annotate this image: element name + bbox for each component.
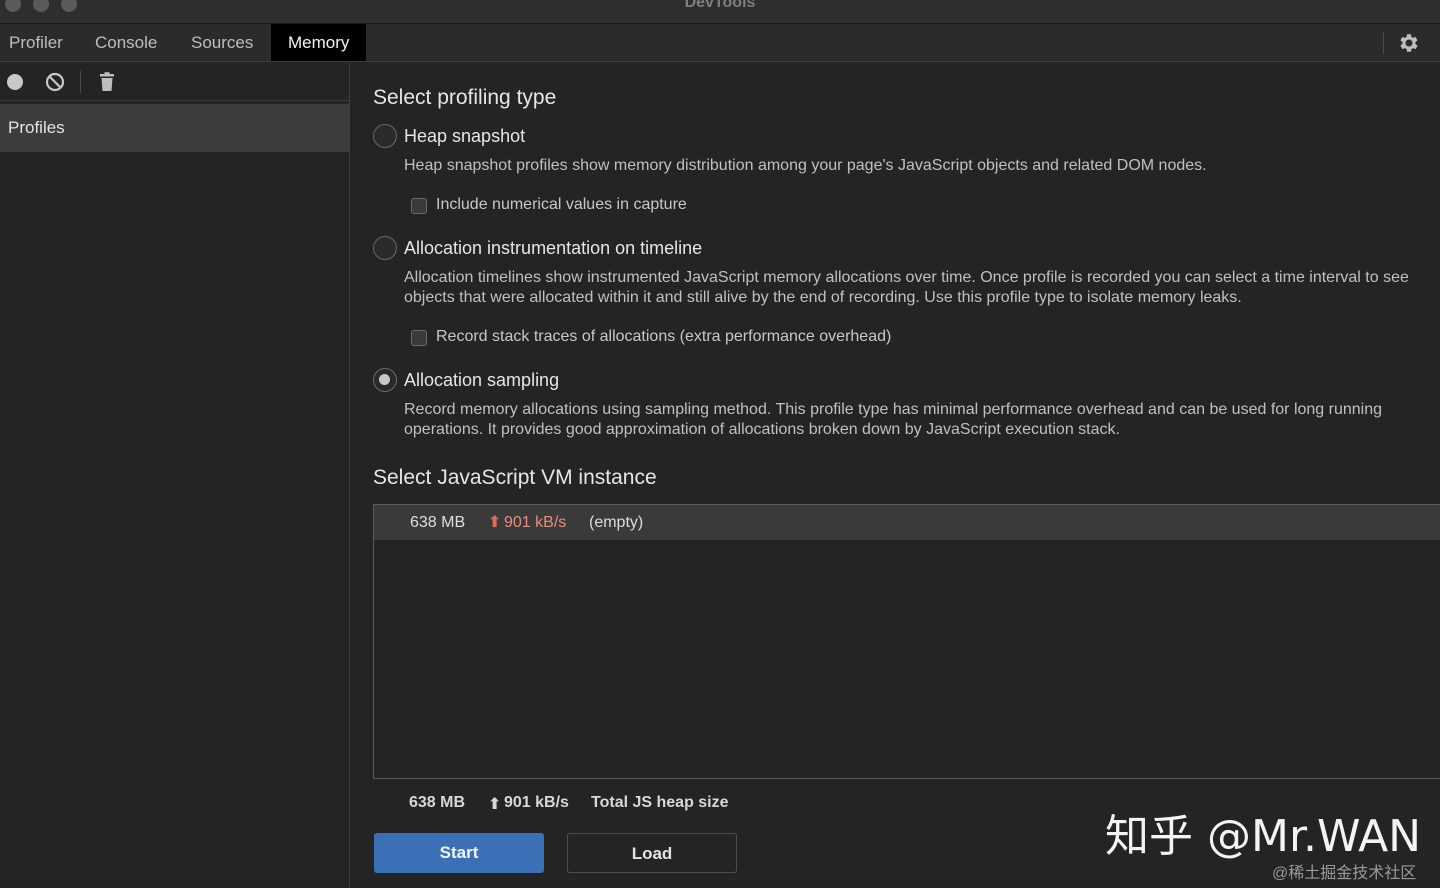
profiling-type-title: Select profiling type xyxy=(373,86,557,109)
heap-snapshot-radio[interactable] xyxy=(373,124,397,148)
record-stack-traces-checkbox[interactable] xyxy=(411,330,427,346)
arrow-up-icon: ⬆ xyxy=(488,796,502,813)
gear-icon[interactable] xyxy=(1397,31,1421,55)
panel-tab-bar: Profiler Console Sources Memory xyxy=(0,24,1440,62)
clear-icon[interactable] xyxy=(44,71,66,93)
watermark-subtext: @稀土掘金技术社区 xyxy=(1272,865,1417,882)
memory-panel: Select profiling type Heap snapshot Heap… xyxy=(351,63,1440,888)
watermark-text: 知乎 @Mr.WAN xyxy=(1105,811,1422,862)
total-heap-label: Total JS heap size xyxy=(591,794,729,811)
record-icon[interactable] xyxy=(4,71,26,93)
title-bar: DevTools xyxy=(0,0,1440,24)
allocation-timeline-description: Allocation timelines show instrumented J… xyxy=(404,269,1409,306)
start-button[interactable]: Start xyxy=(374,833,544,873)
vm-heap-size: 638 MB xyxy=(410,514,466,531)
include-numerical-values-checkbox[interactable] xyxy=(411,198,427,214)
profiles-sidebar: Profiles xyxy=(0,63,350,888)
tab-sources[interactable]: Sources xyxy=(183,24,261,61)
include-numerical-values-label[interactable]: Include numerical values in capture xyxy=(436,196,687,214)
tab-console[interactable]: Console xyxy=(87,24,165,61)
window-title: DevTools xyxy=(684,0,756,11)
record-stack-traces-label[interactable]: Record stack traces of allocations (extr… xyxy=(436,328,891,346)
tab-memory[interactable]: Memory xyxy=(271,24,367,61)
sidebar-toolbar xyxy=(0,63,350,101)
arrow-up-icon: ⬆ xyxy=(488,514,502,531)
allocation-timeline-radio[interactable] xyxy=(373,236,397,260)
tab-bar-divider xyxy=(1383,32,1384,54)
vm-instance-row[interactable]: 638 MB ⬆ 901 kB/s (empty) xyxy=(374,505,1440,540)
heap-snapshot-description: Heap snapshot profiles show memory distr… xyxy=(404,157,1207,174)
trash-icon[interactable] xyxy=(96,71,118,93)
load-button[interactable]: Load xyxy=(567,833,737,873)
total-heap-size: 638 MB xyxy=(409,794,466,811)
vm-instance-title: Select JavaScript VM instance xyxy=(373,466,657,489)
total-allocation-rate: 901 kB/s xyxy=(504,794,569,811)
tab-profiler[interactable]: Profiler xyxy=(1,24,71,61)
allocation-timeline-label[interactable]: Allocation instrumentation on timeline xyxy=(404,238,702,259)
vm-allocation-rate: 901 kB/s xyxy=(504,514,567,531)
heap-snapshot-label[interactable]: Heap snapshot xyxy=(404,126,525,147)
vm-instance-list: 638 MB ⬆ 901 kB/s (empty) xyxy=(373,504,1440,779)
allocation-sampling-label[interactable]: Allocation sampling xyxy=(404,370,559,391)
sidebar-item-profiles[interactable]: Profiles xyxy=(0,104,350,152)
allocation-sampling-description: Record memory allocations using sampling… xyxy=(404,401,1383,438)
vm-instance-name: (empty) xyxy=(589,514,644,531)
toolbar-separator xyxy=(80,71,81,93)
allocation-sampling-radio[interactable] xyxy=(373,368,397,392)
